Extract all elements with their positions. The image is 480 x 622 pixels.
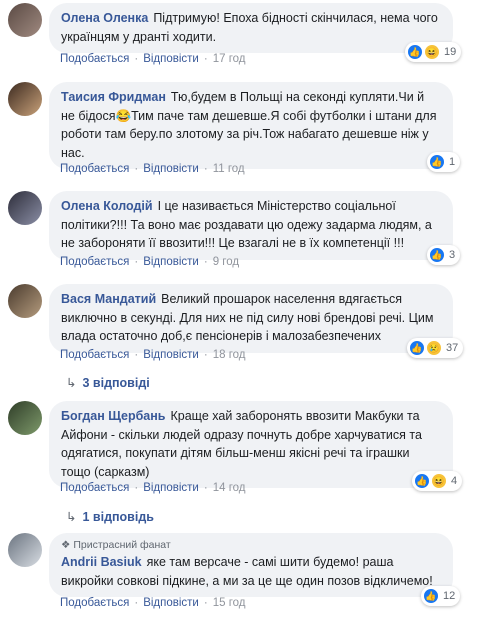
view-replies-link[interactable]: ↳ 3 відповіді — [66, 375, 150, 390]
reactions-summary[interactable]: 👍 😆 4 — [412, 471, 463, 491]
like-icon: 👍 — [409, 340, 425, 356]
avatar[interactable] — [8, 191, 42, 225]
fan-badge-icon: ❖ — [61, 539, 71, 551]
reply-button[interactable]: Відповісти — [143, 256, 199, 268]
like-button[interactable]: Подобається — [60, 597, 129, 609]
separator: · — [134, 349, 139, 361]
separator: · — [134, 163, 139, 175]
like-icon: 👍 — [407, 44, 423, 60]
like-button[interactable]: Подобається — [60, 163, 129, 175]
reactions-summary[interactable]: 👍 12 — [421, 586, 461, 606]
reaction-count: 1 — [449, 156, 456, 168]
timestamp[interactable]: 14 год — [213, 482, 246, 494]
timestamp[interactable]: 18 год — [213, 349, 246, 361]
haha-icon: 😆 — [424, 44, 440, 60]
like-button[interactable]: Подобається — [60, 53, 129, 65]
comment-bubble: Таисия Фридман Тю,будем в Польщі на секон… — [49, 82, 453, 169]
comment-bubble: ❖ Пристрасний фанат Andrii Basiuk яке там… — [49, 533, 453, 597]
reply-arrow-icon: ↳ — [66, 510, 77, 524]
author-name[interactable]: Таисия Фридман — [61, 90, 166, 104]
timestamp[interactable]: 9 год — [213, 256, 239, 268]
reactions-summary[interactable]: 👍 1 — [427, 152, 461, 172]
comment-actions: Подобається · Відповісти · 17 год — [60, 53, 246, 65]
comment-bubble: Олена Колодій І це називається Міністерст… — [49, 191, 453, 260]
comment-bubble: Олена Оленка Підтримую! Епоха бідності ск… — [49, 3, 453, 53]
author-name[interactable]: Богдан Щербань — [61, 409, 166, 423]
avatar[interactable] — [8, 3, 42, 37]
reaction-count: 3 — [449, 249, 456, 261]
separator: · — [203, 482, 208, 494]
author-name[interactable]: Олена Оленка — [61, 11, 148, 25]
timestamp[interactable]: 17 год — [213, 53, 246, 65]
reactions-summary[interactable]: 👍 3 — [427, 245, 461, 265]
avatar[interactable] — [8, 533, 42, 567]
replies-count: 1 відповідь — [82, 510, 154, 524]
author-name[interactable]: Олена Колодій — [61, 199, 153, 213]
reactions-summary[interactable]: 👍 😢 37 — [407, 338, 464, 358]
separator: · — [203, 597, 208, 609]
comment-actions: Подобається · Відповісти · 11 год — [60, 163, 245, 175]
reply-button[interactable]: Відповісти — [143, 163, 199, 175]
reply-button[interactable]: Відповісти — [143, 482, 199, 494]
separator: · — [134, 482, 139, 494]
reactions-summary[interactable]: 👍 😆 19 — [405, 42, 462, 62]
timestamp[interactable]: 11 год — [213, 163, 245, 175]
like-icon: 👍 — [414, 473, 430, 489]
sad-icon: 😢 — [426, 340, 442, 356]
separator: · — [203, 349, 208, 361]
view-replies-link[interactable]: ↳ 1 відповідь — [66, 509, 154, 524]
comment-actions: Подобається · Відповісти · 14 год — [60, 482, 246, 494]
reply-button[interactable]: Відповісти — [143, 597, 199, 609]
like-icon: 👍 — [429, 154, 445, 170]
separator: · — [134, 256, 139, 268]
author-name[interactable]: Andrii Basiuk — [61, 555, 142, 569]
fan-badge[interactable]: ❖ Пристрасний фанат — [61, 538, 441, 552]
like-button[interactable]: Подобається — [60, 482, 129, 494]
reply-arrow-icon: ↳ — [66, 376, 77, 390]
comment-actions: Подобається · Відповісти · 15 год — [60, 597, 246, 609]
reaction-count: 4 — [451, 475, 458, 487]
like-button[interactable]: Подобається — [60, 349, 129, 361]
separator: · — [134, 53, 139, 65]
reply-button[interactable]: Відповісти — [143, 349, 199, 361]
reaction-count: 19 — [444, 46, 457, 58]
replies-count: 3 відповіді — [82, 376, 150, 390]
badge-label: Пристрасний фанат — [73, 539, 171, 551]
comment-bubble: Богдан Щербань Краще хай заборонять ввози… — [49, 401, 453, 488]
author-name[interactable]: Вася Мандатий — [61, 292, 156, 306]
separator: · — [203, 163, 208, 175]
reaction-count: 12 — [443, 590, 456, 602]
avatar[interactable] — [8, 82, 42, 116]
timestamp[interactable]: 15 год — [213, 597, 246, 609]
avatar[interactable] — [8, 284, 42, 318]
comment-actions: Подобається · Відповісти · 18 год — [60, 349, 246, 361]
reply-button[interactable]: Відповісти — [143, 53, 199, 65]
like-icon: 👍 — [429, 247, 445, 263]
comment-bubble: Вася Мандатий Великий прошарок населення … — [49, 284, 453, 353]
separator: · — [134, 597, 139, 609]
avatar[interactable] — [8, 401, 42, 435]
separator: · — [203, 53, 208, 65]
like-icon: 👍 — [423, 588, 439, 604]
reaction-count: 37 — [446, 342, 459, 354]
haha-icon: 😆 — [431, 473, 447, 489]
comment-actions: Подобається · Відповісти · 9 год — [60, 256, 239, 268]
like-button[interactable]: Подобається — [60, 256, 129, 268]
separator: · — [203, 256, 208, 268]
